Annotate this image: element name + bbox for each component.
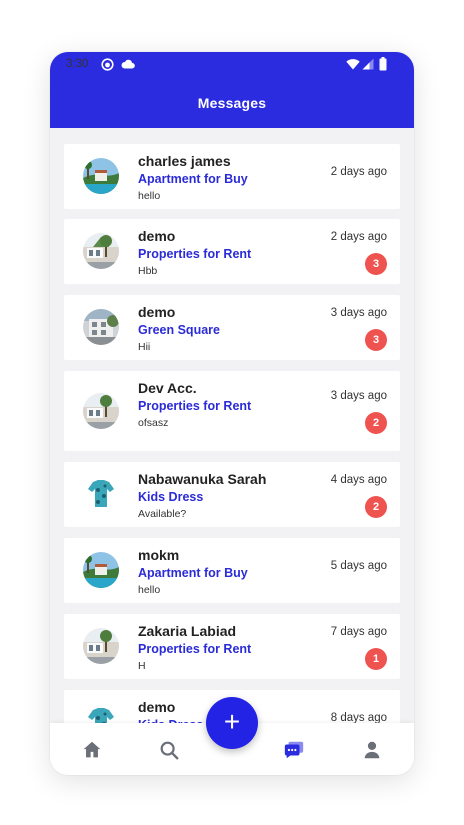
status-bar: 3:30 [50, 52, 414, 78]
contact-name: demo [138, 304, 176, 320]
conversation-list[interactable]: charles james Apartment for Buy hello 2 … [50, 128, 414, 775]
unread-count-badge: 3 [365, 253, 387, 275]
avatar [83, 309, 119, 345]
contact-name: charles james [138, 153, 231, 169]
conversation-card[interactable]: Nabawanuka Sarah Kids Dress Available? 4… [64, 462, 400, 527]
contact-name: demo [138, 699, 176, 715]
last-message: hello [138, 190, 161, 202]
avatar [83, 158, 119, 194]
conversation-card[interactable]: Zakaria Labiad Properties for Rent H 7 d… [64, 614, 400, 679]
last-message: Hii [138, 341, 151, 353]
property-title: Apartment for Buy [138, 172, 248, 186]
phone-frame: 3:30 Messages charles james Apartment fo… [50, 52, 414, 775]
contact-name: Nabawanuka Sarah [138, 471, 267, 487]
property-title: Apartment for Buy [138, 566, 248, 580]
last-message: Available? [138, 508, 187, 520]
last-message: hello [138, 584, 161, 596]
last-message: ofsasz [138, 417, 169, 429]
conversation-card[interactable]: mokm Apartment for Buy hello 5 days ago [64, 538, 400, 603]
message-time: 2 days ago [330, 166, 387, 178]
battery-icon [379, 57, 387, 71]
app-bar: Messages [50, 78, 414, 128]
contact-name: demo [138, 228, 176, 244]
unread-count-badge: 3 [365, 329, 387, 351]
avatar [83, 233, 119, 269]
app-notification-icon [101, 58, 114, 71]
cloud-icon [121, 59, 135, 69]
avatar [83, 628, 119, 664]
message-time: 2 days ago [330, 231, 387, 243]
search-icon[interactable] [158, 739, 180, 761]
last-message: Hbb [138, 265, 158, 277]
plus-icon: + [223, 706, 241, 737]
home-icon[interactable] [81, 739, 103, 761]
avatar [83, 476, 119, 512]
conversation-card[interactable]: demo Green Square Hii 3 days ago 3 [64, 295, 400, 360]
chat-icon[interactable] [283, 739, 305, 761]
property-title: Properties for Rent [138, 247, 252, 261]
property-title: Green Square [138, 323, 220, 337]
message-time: 7 days ago [330, 626, 387, 638]
unread-count-badge: 2 [365, 412, 387, 434]
add-button[interactable]: + [206, 697, 258, 749]
contact-name: Dev Acc. [138, 380, 197, 396]
wifi-icon [346, 59, 360, 70]
message-time: 4 days ago [330, 474, 387, 486]
contact-name: mokm [138, 547, 180, 563]
conversation-card[interactable]: charles james Apartment for Buy hello 2 … [64, 144, 400, 209]
message-time: 3 days ago [330, 307, 387, 319]
page-title: Messages [197, 95, 267, 111]
unread-count-badge: 2 [365, 496, 387, 518]
avatar [83, 393, 119, 429]
conversation-card[interactable]: demo Properties for Rent Hbb 2 days ago … [64, 219, 400, 284]
avatar [83, 552, 119, 588]
message-time: 3 days ago [330, 390, 387, 402]
cell-signal-icon [362, 58, 374, 70]
unread-count-badge: 1 [365, 648, 387, 670]
last-message: H [138, 660, 146, 672]
property-title: Properties for Rent [138, 399, 252, 413]
property-title: Kids Dress [138, 490, 204, 504]
property-title: Properties for Rent [138, 642, 252, 656]
profile-icon[interactable] [361, 739, 383, 761]
message-time: 5 days ago [330, 560, 387, 572]
conversation-card[interactable]: Dev Acc. Properties for Rent ofsasz 3 da… [64, 371, 400, 451]
contact-name: Zakaria Labiad [138, 623, 237, 639]
